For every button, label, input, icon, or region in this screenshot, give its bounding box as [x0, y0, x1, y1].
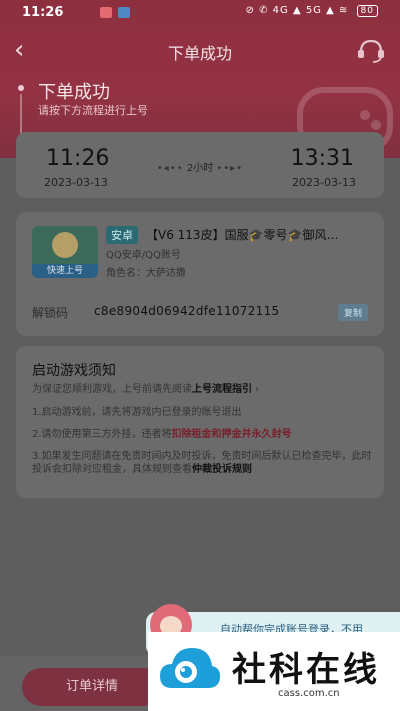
notification-icon	[100, 7, 112, 18]
signal-icons: ⊘ ✆ 4G ▲ 5G ▲ ≋	[245, 5, 349, 16]
watermark-url: cass.com.cn	[278, 688, 340, 699]
step-line	[20, 94, 22, 134]
step-subtitle: 请按下方流程进行上号	[38, 104, 148, 117]
arrow-right-icon: ••▸•	[216, 163, 244, 174]
duration-label: 2小时	[186, 163, 214, 174]
unlock-code-label: 解锁码	[32, 306, 69, 320]
battery-icon: 80	[356, 5, 378, 17]
arbitration-rules-link[interactable]: 仲裁投诉规则	[192, 464, 252, 475]
platform-tag: 安卓	[106, 226, 138, 244]
cloud-logo-icon	[160, 648, 221, 688]
notice-item-3: 3.如果发生问题请在免责时间内及时投诉，免责时间后默认已检查完毕，此时投诉会扣除…	[32, 450, 372, 476]
account-type: QQ安卓/QQ账号	[106, 250, 181, 261]
arrow-left-icon: •◂••	[156, 163, 184, 174]
account-card: 快速上号 安卓 【V6 113皮】国服🎓零号🎓御风… QQ安卓/QQ账号 角色名…	[16, 212, 384, 336]
role-name: 角色名：大萨达撒	[106, 268, 186, 279]
order-details-button[interactable]: 订单详情	[22, 668, 162, 706]
step-dot	[18, 85, 24, 91]
step-title: 下单成功	[38, 82, 110, 103]
login-guide-link[interactable]: 上号流程指引	[192, 384, 252, 395]
character-image	[52, 232, 78, 258]
notice-item-2-text: 2.请勿使用第三方外挂，违者将	[32, 429, 172, 440]
notice-item-1: 1.启动游戏前，请先将游戏内已登录的账号退出	[32, 407, 242, 418]
notice-title: 启动游戏须知	[32, 363, 116, 379]
copy-button[interactable]: 复制	[337, 304, 368, 321]
status-indicators: ⊘ ✆ 4G ▲ 5G ▲ ≋ 80	[246, 5, 378, 17]
end-date: 2023-03-13	[292, 176, 356, 189]
watermark-name: 社科在线	[232, 650, 380, 690]
page-title: 下单成功	[167, 44, 232, 63]
telegram-icon	[118, 7, 130, 18]
end-time: 13:31	[290, 146, 354, 171]
status-bar: 11:26 ⊘ ✆ 4G ▲ 5G ▲ ≋ 80	[0, 0, 400, 26]
start-date: 2023-03-13	[44, 176, 108, 189]
account-title: 【V6 113皮】国服🎓零号🎓御风…	[146, 228, 339, 242]
headset-icon[interactable]	[356, 38, 386, 64]
unlock-code-value: c8e8904d06942dfe11072115	[94, 304, 280, 318]
game-notice-card: 启动游戏须知 为保证您顺利游戏，上号前请先阅读上号流程指引 › 1.启动游戏前，…	[16, 346, 384, 498]
quick-login-badge: 快速上号	[32, 264, 98, 278]
notice-item-2-highlight: 扣除租金和押金并永久封号	[171, 429, 292, 440]
rental-time-card: 11:26 2023-03-13 •◂•• 2小时 ••▸• 13:31 202…	[16, 132, 384, 198]
watermark-logo: 社科在线 cass.com.cn	[148, 632, 400, 711]
chevron-right-icon[interactable]: ›	[252, 384, 259, 395]
notice-subtitle-text: 为保证您顺利游戏，上号前请先阅读	[32, 384, 192, 395]
notice-subtitle: 为保证您顺利游戏，上号前请先阅读上号流程指引 ›	[32, 380, 259, 395]
nav-bar: ‹ 下单成功	[0, 30, 400, 70]
status-time: 11:26	[22, 5, 64, 20]
game-avatar: 快速上号	[32, 226, 98, 278]
notice-item-2: 2.请勿使用第三方外挂，违者将扣除租金和押金并永久封号	[32, 428, 372, 441]
